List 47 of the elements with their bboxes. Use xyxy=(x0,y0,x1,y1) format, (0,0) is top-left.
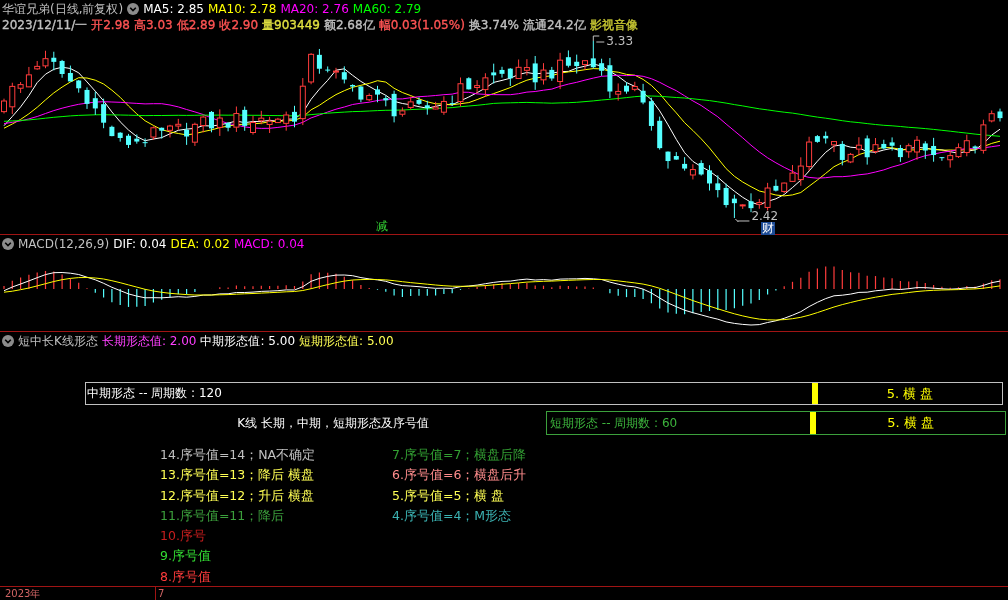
legend-item: 13.序号值=13；降后 横盘 xyxy=(160,467,315,483)
ma-value: MA20: 2.76 xyxy=(280,1,349,16)
quote-value: 流通24.2亿 xyxy=(522,17,586,32)
quote-value: 低2.89 xyxy=(176,17,216,32)
legend-item: 12.序号值=12；升后 横盘 xyxy=(160,487,315,503)
indicator-value: 中期形态值: 5.00 xyxy=(200,333,296,348)
quote-value: 高3.03 xyxy=(133,17,173,32)
bar-marker-icon xyxy=(812,383,818,404)
quote-value: 量903449 xyxy=(262,17,320,32)
box-label: 中期形态 -- 周期数 : 120 xyxy=(86,385,223,402)
box-label: 短期形态 -- 周期数 : 60 xyxy=(549,415,679,432)
bar-marker-icon xyxy=(810,412,816,434)
legend-item: 5.序号值=5；横 盘 xyxy=(392,487,505,503)
indicator-value: DIF: 0.04 xyxy=(113,236,167,251)
pattern-result: 5. 横 盘 xyxy=(885,385,935,403)
legend-item: 6.序号值=6；横盘后升 xyxy=(392,467,527,483)
axis-label: 2023年 xyxy=(4,587,41,600)
legend-item: 8.序号值 xyxy=(160,568,211,584)
ma-value: MA5: 2.85 xyxy=(143,1,204,16)
quote-value: 开2.98 xyxy=(91,17,130,32)
legend-item: 11.序号值=11；降后 xyxy=(160,507,285,523)
pattern-result: 5. 横 盘 xyxy=(886,414,935,432)
indicator-value: MACD: 0.04 xyxy=(233,236,305,251)
indicator-value: 长期形态值: 2.00 xyxy=(101,333,197,348)
chevron-down-icon[interactable] xyxy=(2,334,14,347)
quote-value: 换3.74% xyxy=(468,17,519,32)
legend-item: 10.序号 xyxy=(160,528,206,544)
ma-value: MA60: 2.79 xyxy=(352,1,422,16)
legend-item: 14.序号值=14；NA不确定 xyxy=(160,447,316,462)
indicator-value: 短期形态值: 5.00 xyxy=(299,333,394,348)
indicator-title: 短中长K线形态 xyxy=(18,333,98,348)
chevron-down-icon[interactable] xyxy=(2,237,14,250)
chevron-down-icon[interactable] xyxy=(127,2,140,15)
indicator-value: DEA: 0.02 xyxy=(170,236,230,251)
indicator-title: MACD(12,26,9) xyxy=(18,236,110,251)
caption-text: K线 长期，中期，短期形态及序号值 xyxy=(236,415,430,432)
ma-value: MA10: 2.78 xyxy=(207,1,277,16)
quote-value: 收2.90 xyxy=(219,17,259,32)
stock-title: 华谊兄弟(日线,前复权) xyxy=(2,1,124,16)
quote-value: 额2.68亿 xyxy=(323,17,375,32)
axis-label: 7 xyxy=(155,587,165,600)
quote-value: 2023/12/11/一 xyxy=(2,17,88,32)
legend-item: 4.序号值=4；M形态 xyxy=(392,507,512,523)
quote-value: 影视音像 xyxy=(589,17,638,32)
legend-item: 9.序号值 xyxy=(160,548,211,564)
legend-item: 7.序号值=7；横盘后降 xyxy=(392,447,527,462)
quote-value: 幅0.03(1.05%) xyxy=(378,17,465,32)
